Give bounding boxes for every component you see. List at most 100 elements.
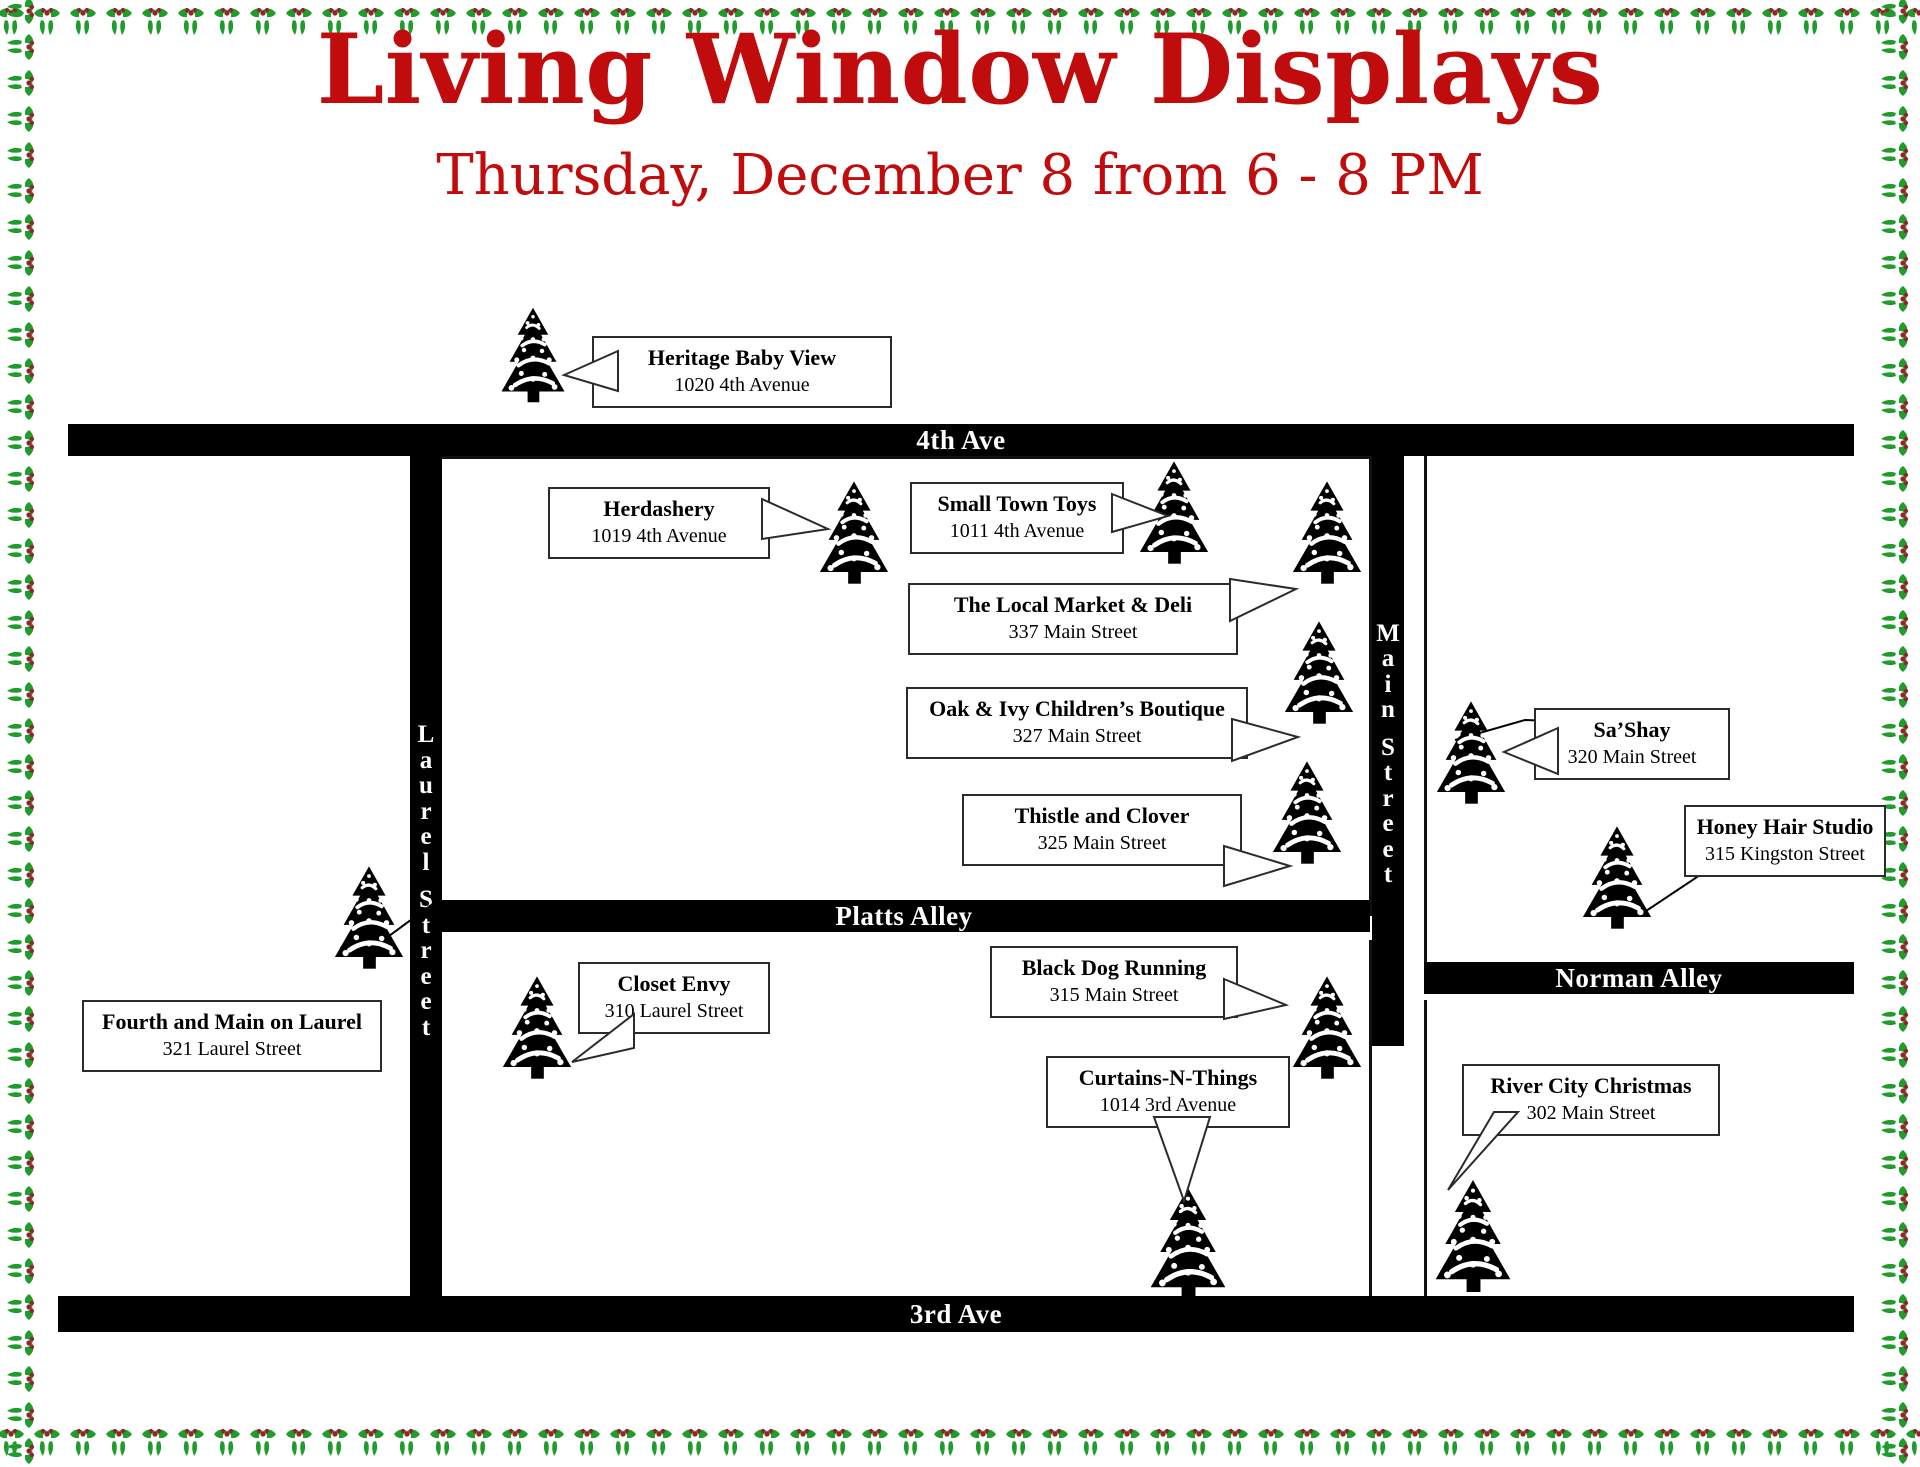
street-label: 3rd Ave: [909, 1298, 1003, 1329]
street-letter: e: [1382, 835, 1394, 863]
holly-sprig-icon: [1878, 390, 1912, 424]
street-letter: u: [419, 772, 433, 799]
holly-sprig-icon: [930, 1425, 964, 1459]
street-4th-ave: 4th Ave: [68, 424, 1854, 456]
holly-sprig-icon: [4, 1326, 38, 1360]
holly-sprig-icon: [1578, 1425, 1612, 1459]
holly-sprig-icon: [4, 1290, 38, 1324]
callout-herdashery[interactable]: Herdashery 1019 4th Avenue: [548, 487, 770, 559]
holly-sprig-icon: [1110, 1425, 1144, 1459]
callout-honey-hair-studio[interactable]: Honey Hair Studio 315 Kingston Street: [1684, 805, 1886, 877]
holly-sprig-icon: [1878, 318, 1912, 352]
location-name: River City Christmas: [1490, 1073, 1692, 1098]
location-address: 327 Main Street: [1012, 724, 1142, 747]
holly-sprig-icon: [1542, 1425, 1576, 1459]
street-main-street: Main Street: [1372, 456, 1404, 1046]
holly-sprig-icon: [4, 1398, 38, 1432]
location-address: 1020 4th Avenue: [674, 373, 810, 396]
holly-sprig-icon: [1722, 1425, 1756, 1459]
callout-small-town-toys[interactable]: Small Town Toys 1011 4th Avenue: [910, 482, 1124, 554]
holly-sprig-icon: [1878, 750, 1912, 784]
street-letter: t: [1383, 861, 1393, 888]
holly-sprig-icon: [1506, 1425, 1540, 1459]
holly-sprig-icon: [4, 1362, 38, 1396]
street-platts-alley: Platts Alley: [438, 900, 1370, 932]
callout-tail-curtains-n-things: [1152, 1116, 1212, 1205]
holly-sprig-icon: [1614, 1425, 1648, 1459]
holly-sprig-icon: [858, 1425, 892, 1459]
holly-sprig-icon: [1878, 606, 1912, 640]
holly-sprig-icon: [750, 1425, 784, 1459]
holly-sprig-icon: [1074, 1425, 1108, 1459]
page-title: Living Window Displays: [316, 13, 1604, 126]
location-address: 1011 4th Avenue: [949, 519, 1085, 542]
location-name: Thistle and Clover: [1014, 803, 1190, 828]
holly-sprig-icon: [66, 1425, 100, 1459]
holly-sprig-icon: [786, 1425, 820, 1459]
callout-oak-and-ivy[interactable]: Oak & Ivy Children’s Boutique 327 Main S…: [906, 687, 1248, 759]
holly-sprig-icon: [4, 1254, 38, 1288]
holly-sprig-icon: [1878, 1146, 1912, 1180]
holly-sprig-icon: [1362, 1425, 1396, 1459]
holly-sprig-icon: [4, 678, 38, 712]
street-letter: a: [419, 746, 433, 774]
location-name: Sa’Shay: [1593, 717, 1671, 742]
holly-sprig-icon: [1878, 1002, 1912, 1036]
holly-border-right: [1874, 0, 1920, 1467]
street-letter: L: [417, 721, 435, 748]
street-norman-alley: Norman Alley: [1424, 962, 1854, 994]
holly-sprig-icon: [4, 426, 38, 460]
holly-sprig-icon: [1878, 282, 1912, 316]
holly-border-left: [0, 0, 46, 1467]
holly-sprig-icon: [4, 1110, 38, 1144]
holly-sprig-icon: [1878, 1398, 1912, 1432]
callout-black-dog-running[interactable]: Black Dog Running 315 Main Street: [990, 946, 1238, 1018]
holly-sprig-icon: [318, 1425, 352, 1459]
holly-sprig-icon: [1878, 1110, 1912, 1144]
callout-local-market-deli[interactable]: The Local Market & Deli 337 Main Street: [908, 583, 1238, 655]
location-address: 337 Main Street: [1008, 620, 1138, 643]
holly-sprig-icon: [1878, 570, 1912, 604]
christmas-tree-icon: [1578, 825, 1656, 930]
holly-sprig-icon: [4, 1218, 38, 1252]
street-letter: a: [1381, 645, 1395, 672]
street-letter: e: [420, 823, 432, 850]
holly-sprig-icon: [4, 1002, 38, 1036]
street-label: 4th Ave: [916, 424, 1006, 455]
callout-sashay[interactable]: Sa’Shay 320 Main Street: [1534, 708, 1730, 780]
callout-tail-heritage-baby-view: [561, 349, 619, 393]
street-letter: e: [420, 988, 432, 1015]
location-address: 321 Laurel Street: [162, 1037, 302, 1060]
holly-sprig-icon: [966, 1425, 1000, 1459]
holly-sprig-icon: [4, 354, 38, 388]
holly-sprig-icon: [1686, 1425, 1720, 1459]
callout-thistle-and-clover[interactable]: Thistle and Clover 325 Main Street: [962, 794, 1242, 866]
holly-sprig-icon: [570, 1425, 604, 1459]
callout-heritage-baby-view[interactable]: Heritage Baby View 1020 4th Avenue: [592, 336, 892, 408]
location-name: The Local Market & Deli: [953, 592, 1193, 617]
holly-sprig-icon: [1878, 210, 1912, 244]
holly-sprig-icon: [138, 1425, 172, 1459]
holly-sprig-icon: [210, 1425, 244, 1459]
holly-sprig-icon: [4, 1038, 38, 1072]
location-name: Curtains-N-Things: [1078, 1065, 1258, 1090]
callout-fourth-and-main-on-laurel[interactable]: Fourth and Main on Laurel 321 Laurel Str…: [82, 1000, 382, 1072]
holly-sprig-icon: [1650, 1425, 1684, 1459]
street-letter: [1385, 723, 1391, 735]
holly-sprig-icon: [1038, 1425, 1072, 1459]
holly-sprig-icon: [1290, 1425, 1324, 1459]
location-name: Closet Envy: [617, 971, 731, 996]
christmas-tree-icon: [1432, 700, 1510, 805]
street-letter: r: [420, 797, 432, 825]
holly-sprig-icon: [1878, 642, 1912, 676]
holly-sprig-icon: [4, 246, 38, 280]
holly-sprig-icon: [4, 534, 38, 568]
holly-sprig-icon: [462, 1425, 496, 1459]
block-edge-top: [436, 456, 1372, 459]
callout-tail-thistle-and-clover: [1223, 844, 1294, 888]
street-letter: l: [422, 848, 430, 876]
holly-sprig-icon: [822, 1425, 856, 1459]
holly-sprig-icon: [4, 966, 38, 1000]
holly-sprig-icon: [1470, 1425, 1504, 1459]
christmas-tree-icon: [1280, 620, 1358, 725]
